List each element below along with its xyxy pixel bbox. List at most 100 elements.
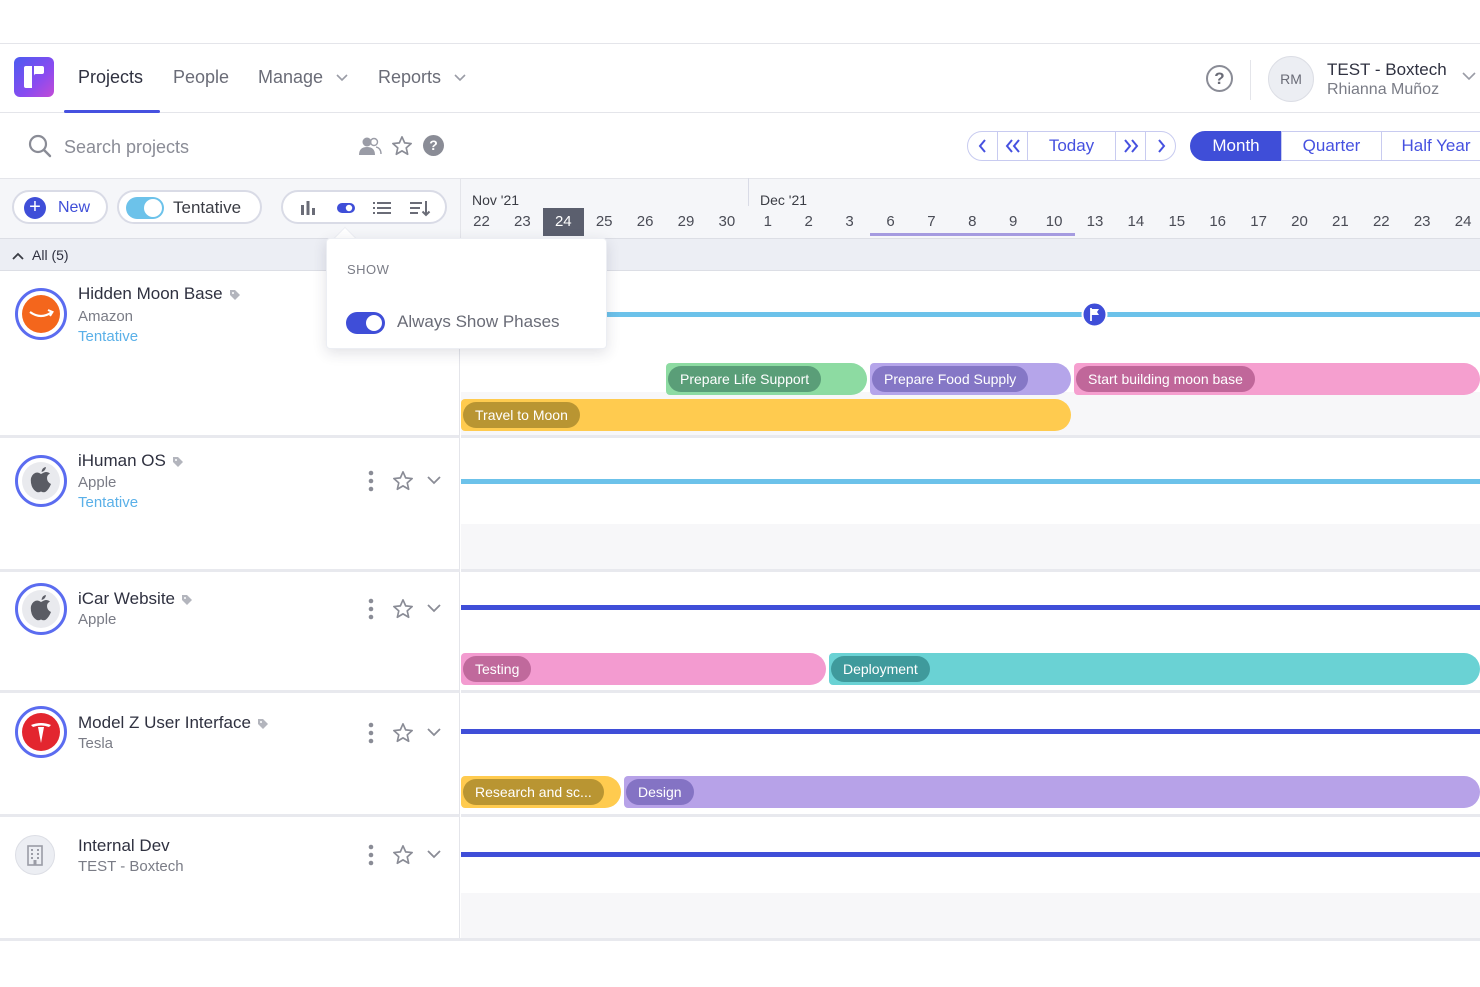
range-quarter-button[interactable]: Quarter	[1281, 131, 1382, 161]
project-title[interactable]: Hidden Moon Base	[78, 284, 241, 304]
next-button[interactable]	[1145, 131, 1176, 161]
timeline-day: 24	[1454, 213, 1472, 230]
star-icon[interactable]	[392, 844, 414, 866]
search-projects-input[interactable]	[64, 132, 344, 162]
account-name[interactable]: TEST - Boxtech	[1327, 60, 1447, 80]
range-month-button[interactable]: Month	[1190, 131, 1282, 161]
toggle-knob	[366, 315, 382, 331]
project-track	[461, 312, 1480, 317]
timeline-day: 1	[763, 213, 772, 230]
phase-label: Travel to Moon	[463, 402, 580, 428]
more-options-icon[interactable]	[366, 597, 376, 621]
phase-start-building-moon-base[interactable]: Start building moon base	[1074, 363, 1480, 395]
fast-next-button[interactable]	[1115, 131, 1146, 161]
account-user-name: Rhianna Muñoz	[1327, 81, 1440, 98]
timeline-day: 9	[1009, 213, 1018, 230]
double-chevron-right-icon	[1123, 139, 1138, 153]
phase-testing[interactable]: Testing	[461, 653, 826, 685]
always-show-phases-label[interactable]: Always Show Phases	[397, 312, 560, 332]
tentative-toggle-button[interactable]: Tentative	[117, 190, 262, 224]
chevron-down-icon[interactable]	[427, 604, 441, 613]
chevron-up-icon	[12, 253, 24, 260]
chevron-down-icon[interactable]	[427, 728, 441, 737]
nav-reports-label: Reports	[378, 67, 442, 87]
new-project-button[interactable]: + New	[12, 190, 108, 224]
row-actions	[360, 597, 441, 621]
project-title[interactable]: iHuman OS	[78, 451, 184, 471]
apple-logo	[15, 583, 67, 635]
people-filter-icon[interactable]	[358, 136, 382, 156]
phase-prepare-food-supply[interactable]: Prepare Food Supply	[870, 363, 1071, 395]
app-logo[interactable]	[14, 57, 54, 97]
previous-button[interactable]	[967, 131, 998, 161]
amazon-logo	[15, 288, 67, 340]
phase-label: Prepare Life Support	[668, 366, 822, 392]
project-row-ihuman-os[interactable]	[0, 438, 460, 572]
nav-projects[interactable]: Projects	[78, 67, 143, 88]
view-options-group	[281, 190, 447, 224]
new-button-label: New	[58, 199, 91, 216]
phase-label: Deployment	[831, 656, 930, 682]
star-icon[interactable]	[392, 598, 414, 620]
group-all-toggle[interactable]: All (5)	[12, 247, 69, 263]
more-options-icon[interactable]	[366, 721, 376, 745]
phase-label: Prepare Food Supply	[872, 366, 1029, 392]
building-icon	[27, 845, 43, 866]
timeline-day: 21	[1332, 213, 1349, 230]
row-actions	[360, 721, 441, 745]
phase-research-and-scoping[interactable]: Research and sc...	[461, 776, 621, 808]
phase-lane	[461, 893, 1480, 938]
project-title-text: iHuman OS	[78, 451, 166, 470]
star-filter-icon[interactable]	[391, 135, 413, 157]
logo-mark-icon	[24, 66, 44, 88]
toggle-view-icon[interactable]	[336, 201, 356, 215]
list-view-icon[interactable]	[372, 199, 392, 217]
fast-previous-button[interactable]	[997, 131, 1028, 161]
search-help-icon[interactable]: ?	[423, 135, 444, 156]
project-title[interactable]: Model Z User Interface	[78, 713, 269, 733]
nav-manage[interactable]: Manage	[258, 67, 348, 88]
tentative-toggle-switch[interactable]	[126, 197, 164, 219]
more-options-icon[interactable]	[366, 843, 376, 867]
phase-travel-to-moon[interactable]: Travel to Moon	[461, 399, 1071, 431]
building-logo	[15, 835, 55, 875]
timeline-day: 22	[473, 213, 490, 230]
today-button[interactable]: Today	[1027, 131, 1116, 161]
sort-icon[interactable]	[409, 199, 431, 217]
project-track	[461, 729, 1480, 734]
project-row-icar-website[interactable]	[0, 572, 460, 693]
timeline-day: 26	[636, 213, 654, 230]
star-icon[interactable]	[392, 470, 414, 492]
apple-logo	[15, 455, 67, 507]
project-client: Apple	[78, 474, 117, 491]
phase-deployment[interactable]: Deployment	[829, 653, 1480, 685]
project-row-model-z-user-interface[interactable]	[0, 693, 460, 817]
nav-reports[interactable]: Reports	[378, 67, 466, 88]
account-chevron-down-icon[interactable]	[1462, 72, 1476, 81]
project-title-text: iCar Website	[78, 589, 175, 608]
project-row-internal-dev[interactable]	[0, 817, 460, 941]
timeline-day: 23	[1413, 213, 1431, 230]
help-button[interactable]: ?	[1206, 65, 1233, 92]
milestone-flag-icon[interactable]	[1081, 301, 1108, 328]
user-avatar[interactable]: RM	[1268, 56, 1314, 102]
more-options-icon[interactable]	[366, 469, 376, 493]
row-actions	[360, 469, 441, 493]
tesla-t-icon	[31, 723, 51, 743]
bar-chart-icon[interactable]	[299, 199, 317, 217]
tesla-logo	[15, 706, 67, 758]
search-icon	[28, 134, 52, 158]
nav-divider	[1250, 60, 1251, 100]
phase-design[interactable]: Design	[624, 776, 1480, 808]
project-title[interactable]: iCar Website	[78, 589, 193, 609]
chevron-down-icon[interactable]	[427, 476, 441, 485]
range-half-year-button[interactable]: Half Year	[1381, 131, 1480, 161]
chevron-down-icon[interactable]	[427, 850, 441, 859]
phase-prepare-life-support[interactable]: Prepare Life Support	[666, 363, 867, 395]
group-row[interactable]	[0, 238, 1480, 271]
star-icon[interactable]	[392, 722, 414, 744]
double-chevron-left-icon	[1005, 139, 1020, 153]
always-show-phases-toggle[interactable]	[346, 312, 385, 334]
nav-people[interactable]: People	[173, 67, 229, 88]
project-title[interactable]: Internal Dev	[78, 836, 170, 856]
